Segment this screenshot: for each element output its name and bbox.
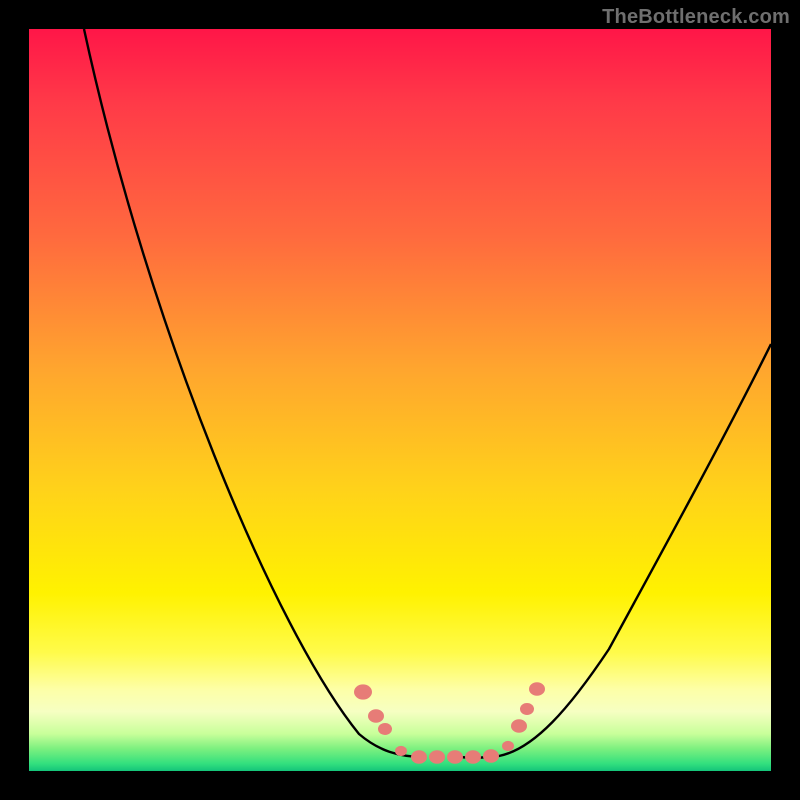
data-marker xyxy=(354,684,372,699)
data-marker xyxy=(378,723,392,735)
chart-plot-area xyxy=(29,29,771,771)
left-curve xyxy=(84,29,424,757)
data-marker xyxy=(511,719,527,733)
right-curve xyxy=(459,344,771,758)
data-marker xyxy=(520,703,534,715)
data-marker xyxy=(529,682,545,696)
data-marker xyxy=(395,746,407,756)
data-marker xyxy=(483,749,499,763)
markers-group xyxy=(354,682,545,764)
data-marker xyxy=(411,750,427,764)
data-marker xyxy=(368,709,384,723)
chart-svg xyxy=(29,29,771,771)
watermark-text: TheBottleneck.com xyxy=(602,6,790,29)
data-marker xyxy=(502,741,514,751)
data-marker xyxy=(429,750,445,764)
data-marker xyxy=(465,750,481,764)
data-marker xyxy=(447,750,463,764)
